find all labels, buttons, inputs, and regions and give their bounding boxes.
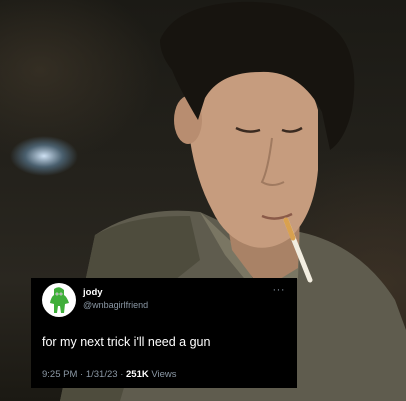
more-options-icon[interactable]: ··· — [273, 285, 286, 296]
user-handle[interactable]: @wnbagirlfriend — [83, 300, 148, 311]
views-count: 251K — [126, 369, 149, 380]
background-photo: jody @wnbagirlfriend ··· for my next tri… — [0, 0, 406, 401]
views-label: Views — [151, 369, 177, 380]
display-name[interactable]: jody — [83, 287, 103, 298]
tweet-date[interactable]: 1/31/23 — [86, 369, 118, 380]
tweet-meta: 9:25 PM · 1/31/23 · 251K Views — [42, 369, 177, 380]
tweet-text: for my next trick i'll need a gun — [42, 335, 211, 349]
gumby-icon — [50, 287, 69, 313]
tweet-card[interactable]: jody @wnbagirlfriend ··· for my next tri… — [31, 278, 297, 388]
avatar[interactable] — [42, 283, 76, 317]
separator: · — [80, 369, 84, 380]
tweet-time[interactable]: 9:25 PM — [42, 369, 77, 380]
separator: · — [120, 369, 124, 380]
